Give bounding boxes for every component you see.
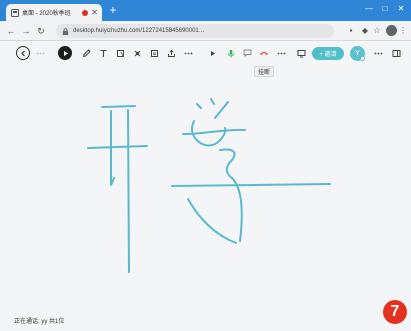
ink-stroke xyxy=(196,103,202,109)
ink-stroke xyxy=(219,148,243,242)
ink-stroke xyxy=(214,101,229,119)
call-status-text: 正在通话: yy 共1位 xyxy=(14,319,65,325)
ink-stroke xyxy=(187,198,237,244)
ink-stroke xyxy=(127,109,130,273)
ink-stroke xyxy=(210,98,215,105)
ink-stroke xyxy=(171,183,331,187)
handwriting-canvas[interactable] xyxy=(0,0,411,331)
ink-stroke xyxy=(101,105,136,108)
step-number-badge: 7 xyxy=(383,300,407,324)
ink-stroke xyxy=(87,145,148,149)
